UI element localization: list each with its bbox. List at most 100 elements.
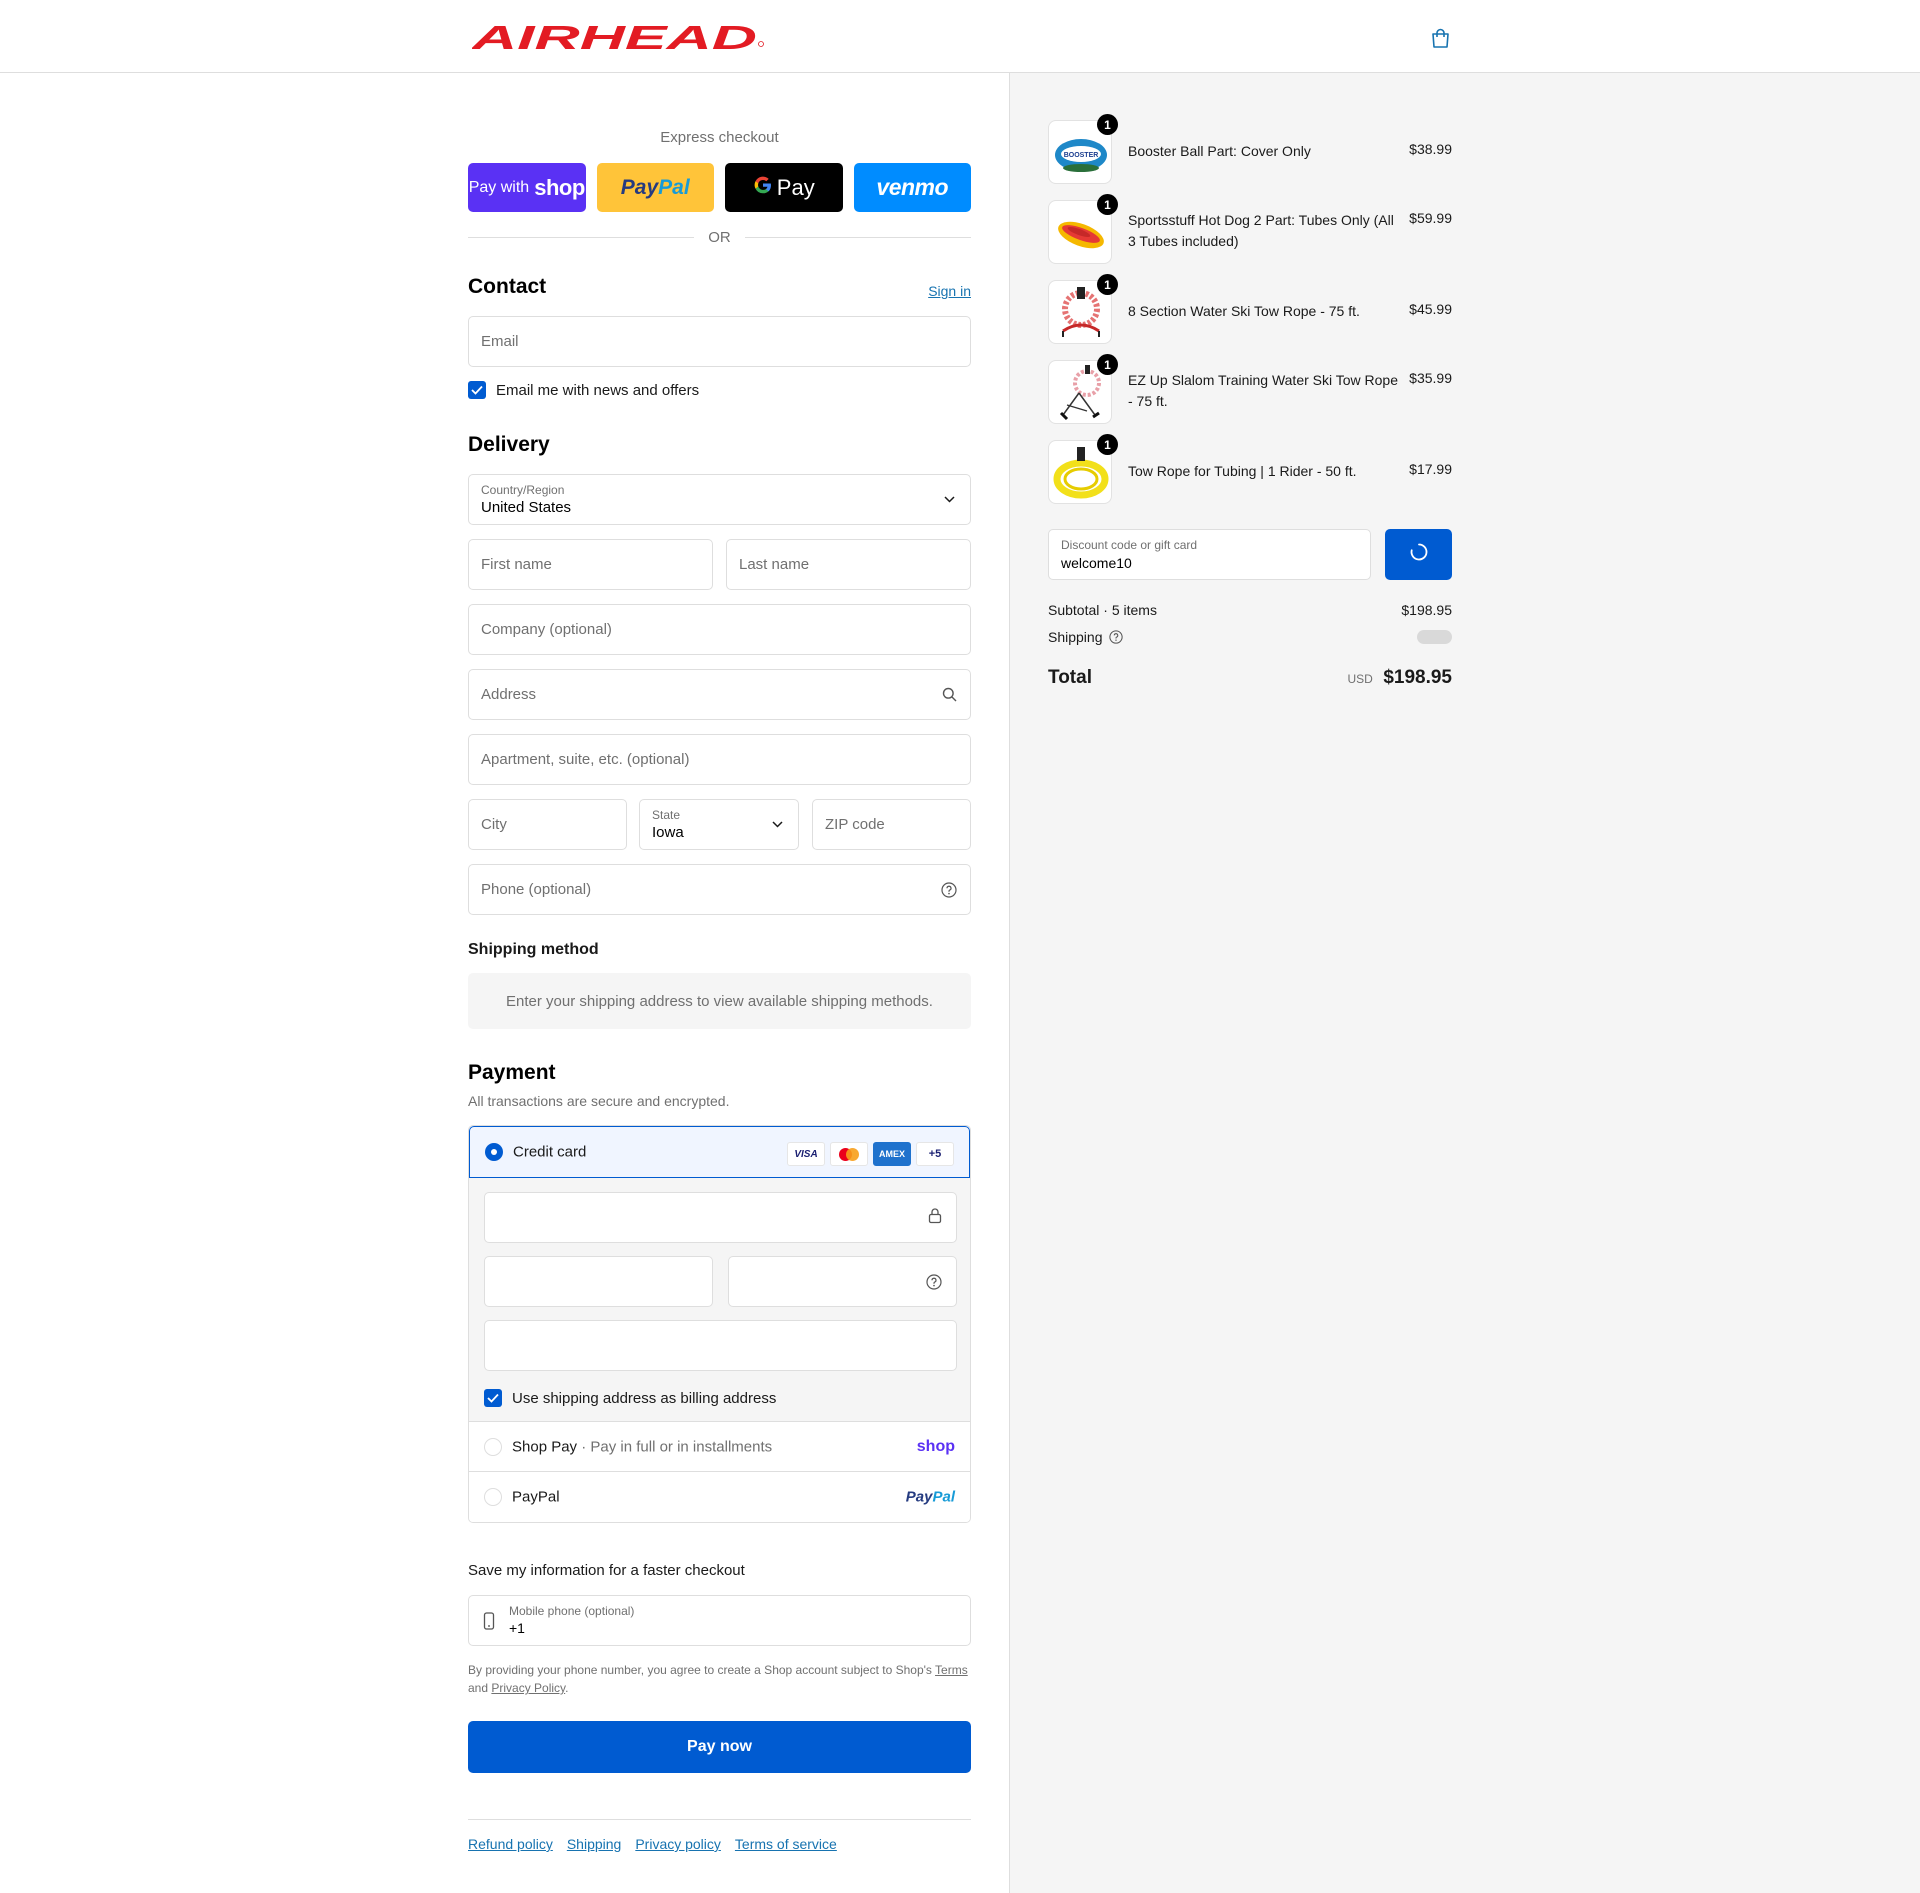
billing-address-label: Use shipping address as billing address <box>512 1389 777 1407</box>
billing-address-checkbox[interactable] <box>484 1389 502 1407</box>
name-on-card-field[interactable] <box>484 1320 957 1371</box>
sign-in-link[interactable]: Sign in <box>928 283 971 299</box>
help-icon[interactable] <box>1108 630 1123 644</box>
shipping-row: Shipping <box>1048 629 1452 645</box>
item-price: $38.99 <box>1409 141 1452 157</box>
help-icon[interactable] <box>926 1273 942 1290</box>
shop-pay-sub: Pay in full or in installments <box>590 1438 773 1455</box>
state-select[interactable]: State Iowa <box>639 799 799 850</box>
item-price: $17.99 <box>1409 461 1452 477</box>
zip-field[interactable]: ZIP code <box>812 799 971 850</box>
email-placeholder: Email <box>481 333 519 350</box>
quantity-badge: 1 <box>1097 354 1118 375</box>
city-field[interactable]: City <box>468 799 627 850</box>
news-offers-checkbox-row[interactable]: Email me with news and offers <box>468 381 699 399</box>
shop-terms-link[interactable]: Terms <box>935 1663 968 1677</box>
credit-card-label: Credit card <box>513 1143 587 1161</box>
shop-pay-prefix: Pay with <box>468 178 530 196</box>
credit-card-radio[interactable] <box>485 1143 503 1161</box>
shopping-bag-icon[interactable] <box>1428 25 1452 51</box>
mastercard-icon <box>830 1142 868 1166</box>
mobile-phone-icon <box>483 1612 495 1635</box>
shipping-link[interactable]: Shipping <box>567 1836 622 1852</box>
paypal-logo-pal: Pal <box>658 175 690 199</box>
country-select[interactable]: Country/Region United States <box>468 474 971 525</box>
state-value: Iowa <box>652 824 684 841</box>
last-name-placeholder: Last name <box>739 556 810 573</box>
chevron-down-icon <box>768 816 786 834</box>
apartment-placeholder: Apartment, suite, etc. (optional) <box>481 751 690 768</box>
subtotal-value: $198.95 <box>1401 602 1452 618</box>
quantity-badge: 1 <box>1097 114 1118 135</box>
phone-placeholder: Phone (optional) <box>481 881 592 898</box>
credit-card-option[interactable]: Credit card VISA AMEX +5 <box>469 1126 970 1178</box>
shipping-method-heading: Shipping method <box>468 941 599 958</box>
more-cards-badge: +5 <box>916 1142 954 1166</box>
discount-code-value: welcome10 <box>1061 555 1132 571</box>
shop-logo: shop <box>916 1437 955 1455</box>
refund-policy-link[interactable]: Refund policy <box>468 1836 553 1852</box>
shop-privacy-link[interactable]: Privacy Policy <box>491 1681 565 1695</box>
security-code-field[interactable] <box>728 1256 957 1307</box>
item-price: $35.99 <box>1409 370 1452 386</box>
news-offers-checkbox[interactable] <box>468 381 486 399</box>
address-field[interactable]: Address <box>468 669 971 720</box>
expiration-date-field[interactable] <box>484 1256 713 1307</box>
subtotal-row: Subtotal · 5 items $198.95 <box>1048 602 1452 618</box>
svg-text:AIRHEAD: AIRHEAD <box>472 22 757 52</box>
shop-pay-option-label: Shop Pay · Pay in full or in installment… <box>512 1438 773 1455</box>
save-info-heading: Save my information for a faster checkou… <box>468 1562 745 1579</box>
phone-field[interactable]: Phone (optional) <box>468 864 971 915</box>
google-g-icon <box>753 175 773 200</box>
privacy-policy-link[interactable]: Privacy policy <box>635 1836 721 1852</box>
chevron-down-icon <box>940 491 958 509</box>
svg-text:BOOSTER: BOOSTER <box>1064 152 1099 159</box>
first-name-field[interactable]: First name <box>468 539 713 590</box>
country-label: Country/Region <box>481 483 565 497</box>
shipping-label: Shipping <box>1048 629 1103 645</box>
discount-code-field[interactable]: Discount code or gift card welcome10 <box>1048 529 1371 580</box>
venmo-logo: venmo <box>876 174 949 200</box>
last-name-field[interactable]: Last name <box>726 539 971 590</box>
paypal-radio[interactable] <box>484 1488 502 1506</box>
billing-address-checkbox-row[interactable]: Use shipping address as billing address <box>484 1389 776 1407</box>
email-field[interactable]: Email <box>468 316 971 367</box>
payment-subtitle: All transactions are secure and encrypte… <box>468 1093 730 1109</box>
lock-icon <box>928 1207 942 1228</box>
amex-icon: AMEX <box>873 1142 911 1166</box>
credit-card-form: Use shipping address as billing address <box>469 1178 970 1422</box>
card-number-field[interactable] <box>484 1192 957 1243</box>
item-name: EZ Up Slalom Training Water Ski Tow Rope… <box>1128 372 1398 409</box>
payment-heading: Payment <box>468 1061 556 1084</box>
shop-pay-button[interactable]: Pay with shop <box>468 163 586 212</box>
paypal-button[interactable]: Pay Pal <box>596 163 714 212</box>
google-pay-button[interactable]: Pay <box>725 163 843 212</box>
express-checkout-buttons: Pay with shop Pay Pal Pay venmo <box>468 163 971 212</box>
paypal-logo-pay: Pay <box>620 175 659 199</box>
shipping-method-info: Enter your shipping address to view avai… <box>468 973 971 1029</box>
quantity-badge: 1 <box>1097 194 1118 215</box>
mobile-phone-field[interactable]: Mobile phone (optional) +1 <box>468 1595 971 1646</box>
apply-discount-button[interactable] <box>1385 529 1452 580</box>
help-icon[interactable] <box>940 881 958 899</box>
footer-divider <box>468 1819 971 1820</box>
company-field[interactable]: Company (optional) <box>468 604 971 655</box>
page-header: AIRHEAD <box>0 0 1920 73</box>
venmo-button[interactable]: venmo <box>853 163 971 212</box>
terms-of-service-link[interactable]: Terms of service <box>735 1836 837 1852</box>
shop-pay-option[interactable]: Shop Pay · Pay in full or in installment… <box>469 1422 970 1472</box>
pay-now-button[interactable]: Pay now <box>468 1721 971 1773</box>
airhead-logo[interactable]: AIRHEAD <box>470 19 765 56</box>
paypal-option[interactable]: PayPal PayPal <box>469 1472 970 1522</box>
shop-pay-radio[interactable] <box>484 1437 502 1456</box>
country-value: United States <box>481 499 572 516</box>
shop-pay-label: Shop Pay <box>512 1438 578 1455</box>
total-value: $198.95 <box>1383 667 1452 688</box>
or-divider: OR <box>468 229 971 246</box>
apartment-field[interactable]: Apartment, suite, etc. (optional) <box>468 734 971 785</box>
address-placeholder: Address <box>481 686 537 703</box>
paypal-label: PayPal <box>512 1488 560 1506</box>
footer-links: Refund policy Shipping Privacy policy Te… <box>468 1836 837 1852</box>
search-icon <box>940 686 958 704</box>
item-name: Sportsstuff Hot Dog 2 Part: Tubes Only (… <box>1128 212 1394 249</box>
